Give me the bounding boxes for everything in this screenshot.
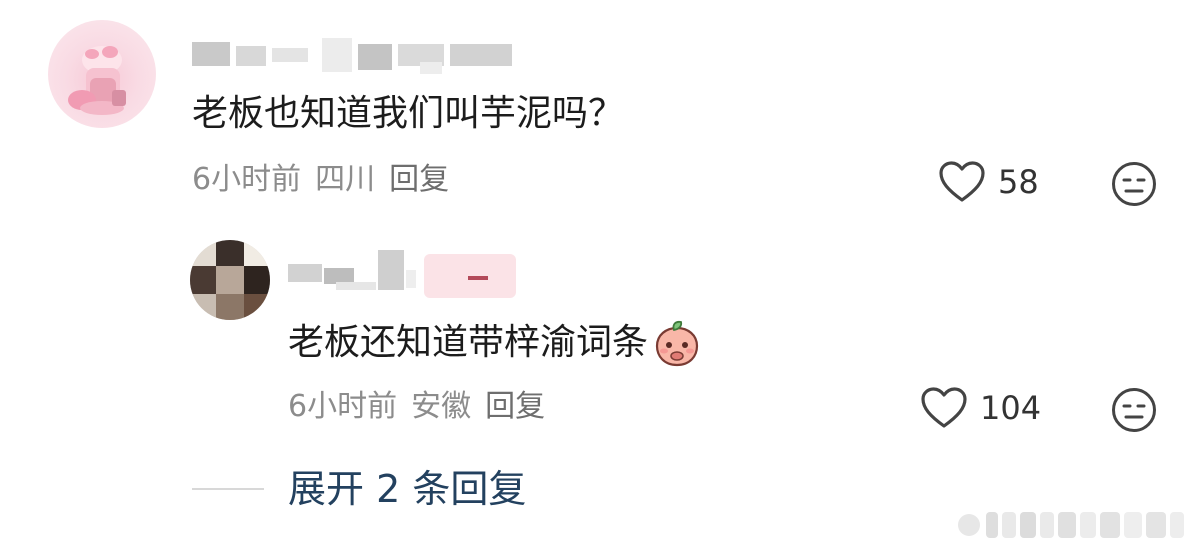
comment-item: 老板也知道我们叫芋泥吗？ 6小时前 四川 回复 58 — [0, 0, 1195, 230]
meh-face-icon — [1112, 388, 1156, 432]
reply-time: 6小时前 — [288, 389, 398, 424]
like-button[interactable]: 58 — [938, 160, 1039, 204]
comment-text: 老板也知道我们叫芋泥吗？ — [192, 93, 625, 134]
heart-outline-icon — [921, 387, 967, 428]
reply-text: 老板还知道带梓渝词条 — [288, 322, 649, 363]
reply-button[interactable]: 回复 — [389, 162, 449, 197]
replier-avatar[interactable] — [190, 240, 270, 320]
watermark — [958, 508, 1188, 542]
dislike-button[interactable] — [1110, 160, 1158, 208]
reply-location: 安徽 — [411, 389, 472, 424]
avatar-image — [68, 46, 126, 115]
peach-emoji-icon — [655, 320, 699, 367]
commenter-avatar[interactable] — [48, 20, 156, 128]
heart-outline-icon — [939, 161, 985, 202]
reply-text-row: 老板还知道带梓渝词条 — [288, 318, 702, 368]
reply-like-button[interactable]: 104 — [920, 386, 1041, 430]
replier-name-obscured[interactable] — [288, 246, 528, 302]
reply-like-count: 104 — [980, 389, 1042, 427]
comment-time: 6小时前 — [192, 162, 302, 197]
reply-button[interactable]: 回复 — [485, 389, 545, 424]
expand-replies-button[interactable]: 展开 2 条回复 — [288, 466, 526, 512]
comment-location: 四川 — [315, 162, 376, 197]
like-count: 58 — [998, 163, 1039, 201]
reply-dislike-button[interactable] — [1110, 386, 1158, 434]
comment-meta: 6小时前 四川 回复 — [192, 162, 449, 198]
commenter-name-obscured[interactable] — [192, 36, 532, 76]
meh-face-icon — [1112, 162, 1156, 206]
expand-divider — [192, 488, 264, 490]
reply-meta: 6小时前 安徽 回复 — [288, 389, 545, 425]
